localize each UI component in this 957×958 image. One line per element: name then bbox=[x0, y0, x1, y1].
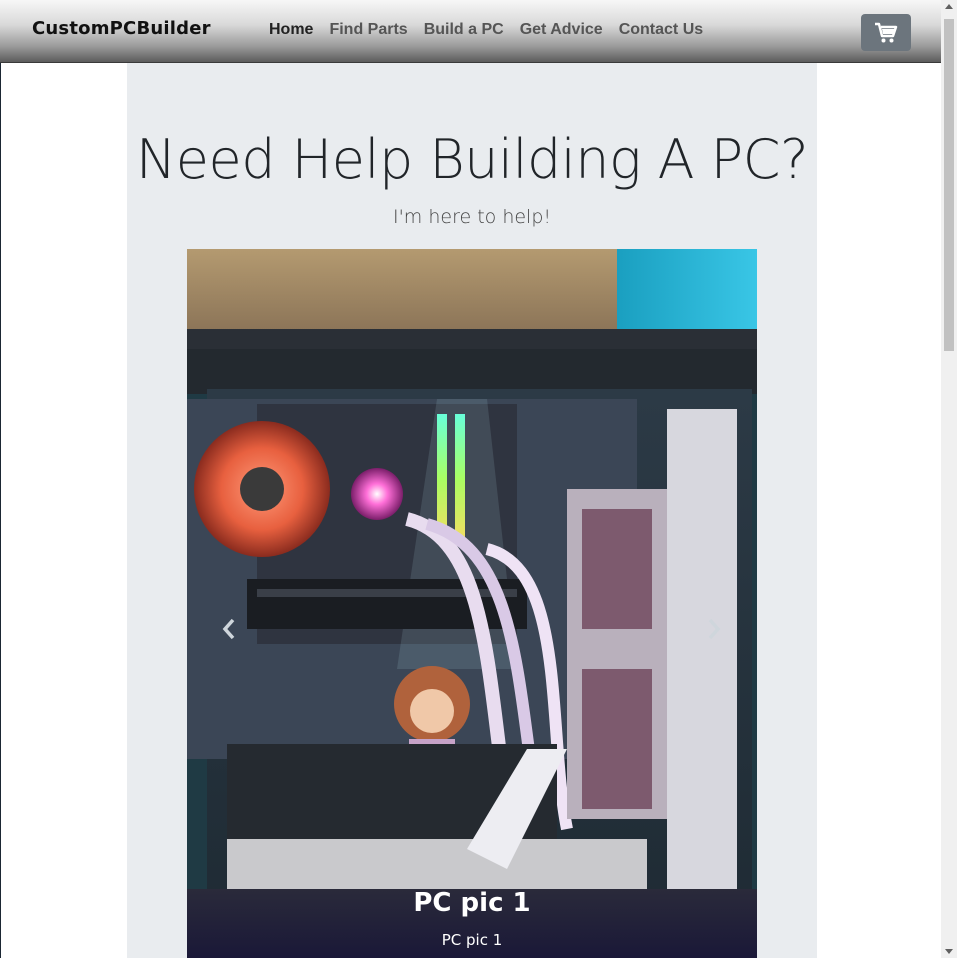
scroll-down-arrow-icon[interactable] bbox=[945, 949, 953, 954]
chevron-left-icon bbox=[222, 618, 235, 640]
carousel-next-control[interactable] bbox=[694, 599, 734, 659]
image-carousel[interactable] bbox=[187, 249, 757, 958]
nav-find-parts[interactable]: Find Parts bbox=[329, 21, 407, 39]
cart-button[interactable] bbox=[861, 14, 911, 51]
page-title: Need Help Building A PC? bbox=[135, 128, 809, 191]
scrollbar-thumb[interactable] bbox=[944, 19, 954, 351]
nav-get-advice[interactable]: Get Advice bbox=[520, 21, 603, 39]
scroll-up-arrow-icon[interactable] bbox=[945, 4, 953, 9]
nav-menu: Home Find Parts Build a PC Get Advice Co… bbox=[269, 21, 703, 39]
navbar: CustomPCBuilder Home Find Parts Build a … bbox=[0, 0, 941, 63]
page-subtitle: I'm here to help! bbox=[392, 206, 552, 228]
carousel-caption-text: PC pic 1 bbox=[441, 931, 503, 949]
nav-contact-us[interactable]: Contact Us bbox=[619, 21, 703, 39]
nav-build-a-pc[interactable]: Build a PC bbox=[424, 21, 504, 39]
carousel-slide-image bbox=[187, 249, 757, 958]
carousel-prev-control[interactable] bbox=[209, 599, 249, 659]
shopping-cart-icon bbox=[875, 22, 898, 42]
carousel-caption-title: PC pic 1 bbox=[413, 888, 531, 918]
nav-home[interactable]: Home bbox=[269, 21, 313, 39]
chevron-right-icon bbox=[708, 618, 721, 640]
brand-logo[interactable]: CustomPCBuilder bbox=[32, 18, 211, 39]
